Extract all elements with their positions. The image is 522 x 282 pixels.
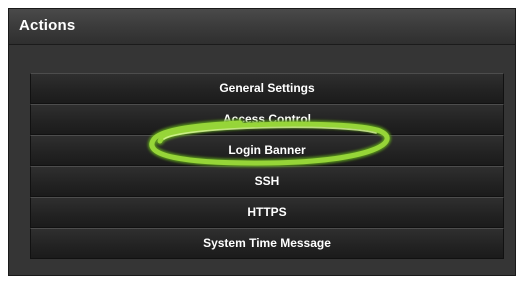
actions-panel: Actions General Settings Access Control … — [8, 8, 516, 276]
menu-item-general-settings[interactable]: General Settings — [30, 73, 504, 104]
menu-item-system-time-message[interactable]: System Time Message — [30, 228, 504, 259]
menu-item-ssh[interactable]: SSH — [30, 166, 504, 197]
menu-item-https[interactable]: HTTPS — [30, 197, 504, 228]
menu-item-login-banner[interactable]: Login Banner — [30, 135, 504, 166]
actions-menu: General Settings Access Control Login Ba… — [30, 73, 504, 259]
panel-header: Actions — [9, 9, 515, 45]
menu-item-access-control[interactable]: Access Control — [30, 104, 504, 135]
panel-title: Actions — [19, 17, 76, 34]
